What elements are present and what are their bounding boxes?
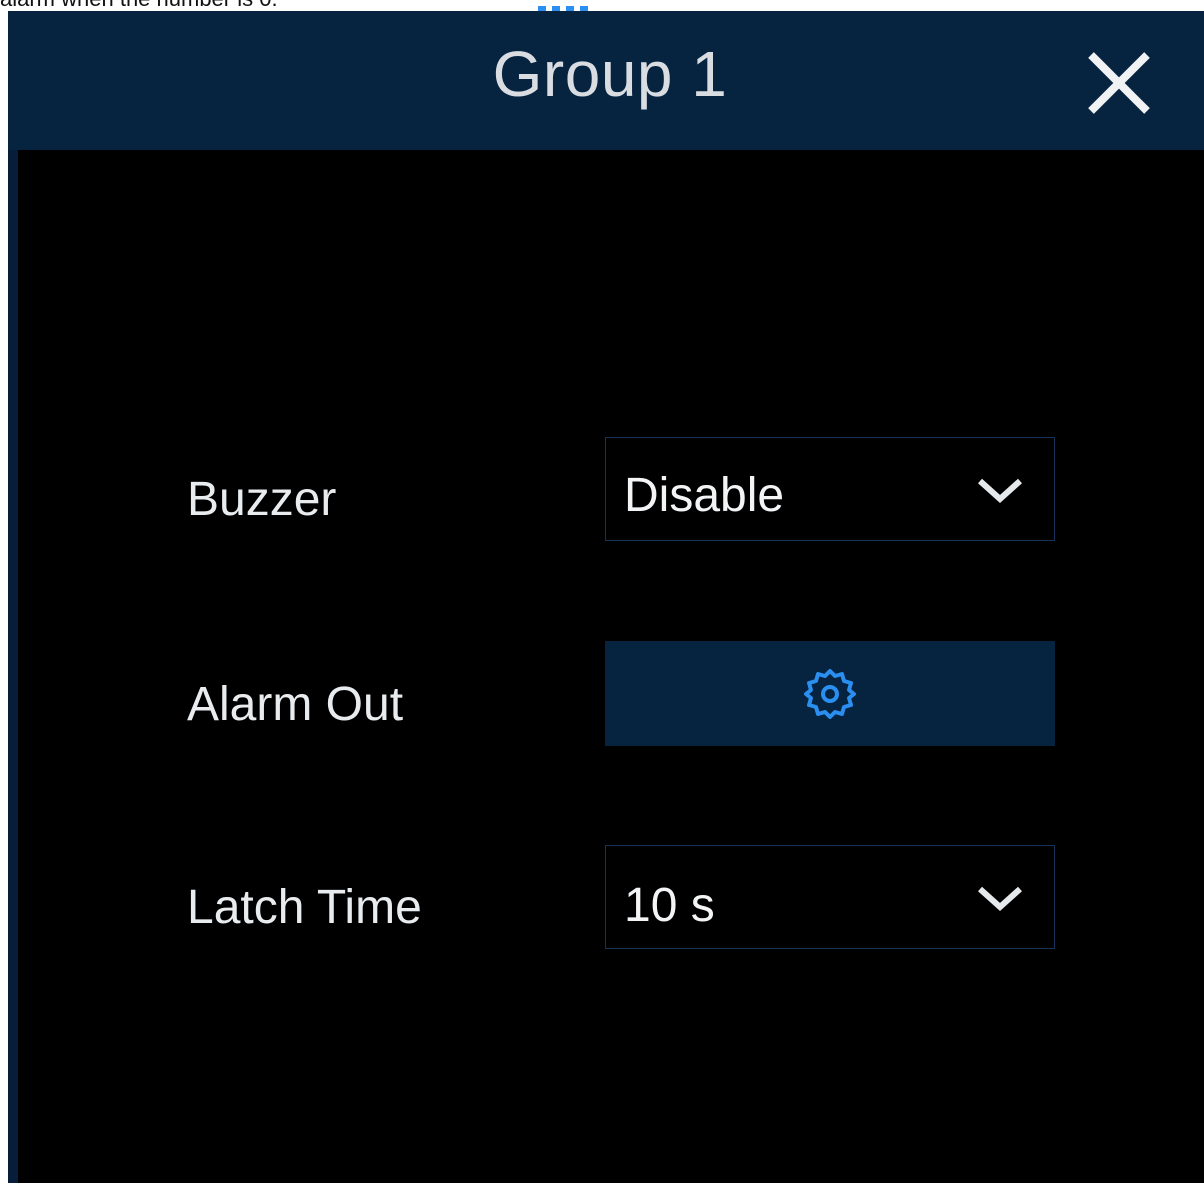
buzzer-label: Buzzer bbox=[187, 473, 337, 526]
latch-time-select-value: 10 s bbox=[624, 879, 715, 932]
buzzer-select-value: Disable bbox=[624, 469, 785, 522]
group-settings-dialog: Group 1 Buzzer Disable Alarm Out Latch T… bbox=[8, 11, 1204, 1183]
gear-icon bbox=[804, 669, 856, 719]
latch-time-label: Latch Time bbox=[187, 881, 422, 934]
chevron-down-icon bbox=[977, 478, 1023, 504]
buzzer-select[interactable]: Disable bbox=[605, 437, 1055, 541]
close-icon[interactable] bbox=[1083, 47, 1155, 119]
dialog-title: Group 1 bbox=[492, 38, 728, 110]
latch-time-select[interactable]: 10 s bbox=[605, 845, 1055, 949]
chevron-down-icon bbox=[977, 886, 1023, 912]
alarm-out-settings-button[interactable] bbox=[605, 641, 1055, 746]
page: alarm when the number is 0. Group 1 Buzz… bbox=[0, 0, 1204, 1183]
dialog-titlebar: Group 1 bbox=[8, 11, 1204, 150]
dialog-body: Buzzer Disable Alarm Out Latch Time 10 s bbox=[18, 150, 1204, 1183]
alarm-out-label: Alarm Out bbox=[187, 678, 404, 731]
